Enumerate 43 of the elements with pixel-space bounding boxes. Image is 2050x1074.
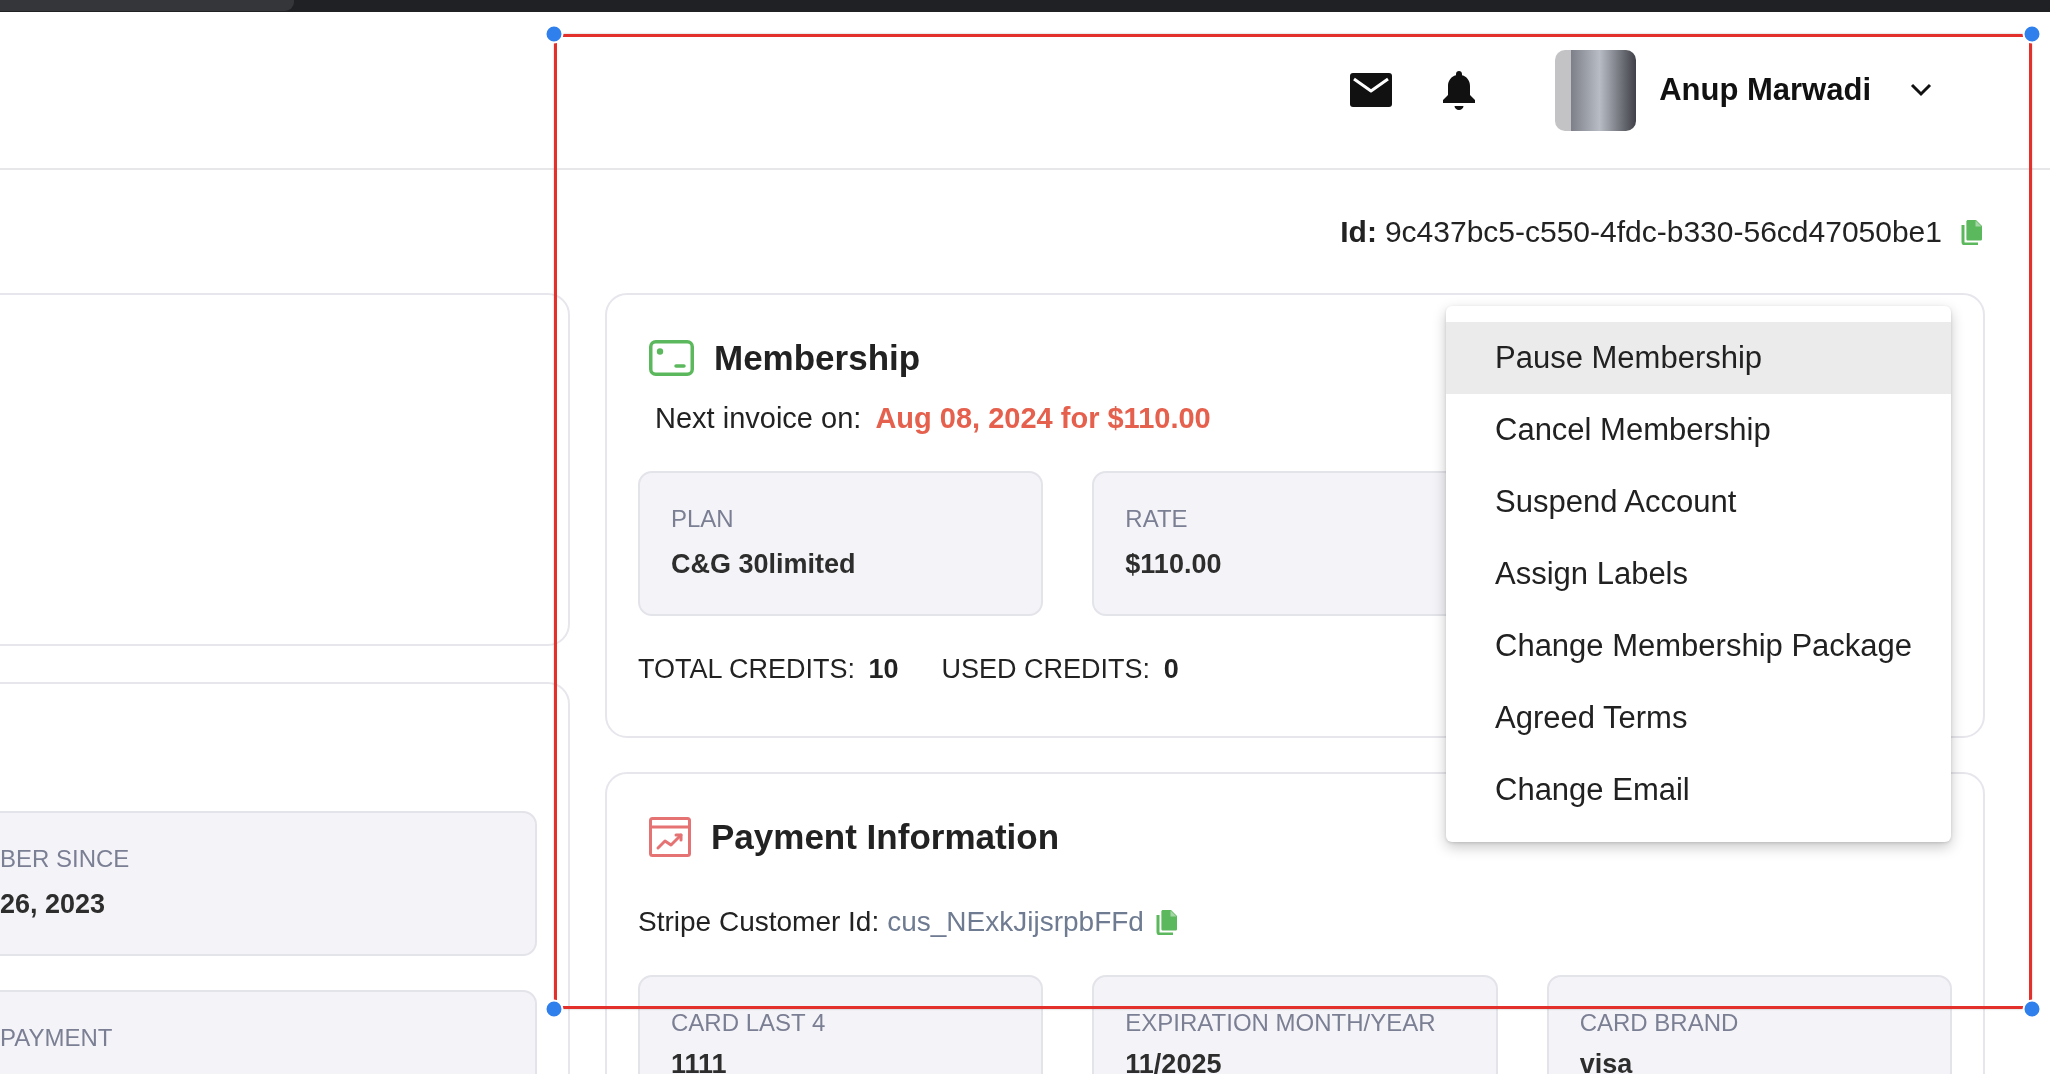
field-value: 1111 — [671, 1048, 728, 1074]
field-label: CARD BRAND — [1579, 1008, 1740, 1038]
field-value: C&G 30limited — [671, 548, 857, 581]
user-menu-button[interactable]: Anup Marwadi — [1659, 70, 1932, 110]
field-value: $110.00 — [1125, 548, 1223, 581]
id-label: Id: — [1340, 213, 1377, 250]
menu-item[interactable]: Pause Membership — [1446, 322, 1951, 394]
field-value: 11/2025 — [1125, 1048, 1223, 1074]
mail-icon[interactable] — [1350, 73, 1393, 107]
copy-icon[interactable] — [1155, 909, 1178, 935]
invoice-value: Aug 08, 2024 for $110.00 — [875, 402, 1211, 434]
id-value: 9c437bc5-c550-4fdc-b330-56cd47050be1 — [1384, 213, 1942, 250]
credits-value: 0 — [1163, 654, 1179, 684]
field-label: EXPIRATION MONTH/YEAR — [1125, 1008, 1437, 1038]
chevron-down-icon — [1910, 83, 1932, 97]
stripe-id-label: Stripe Customer Id: — [638, 905, 880, 939]
invoice-label: Next invoice on: — [655, 402, 862, 434]
menu-item[interactable]: Cancel Membership — [1446, 394, 1951, 466]
field-label: BER SINCE — [0, 844, 131, 874]
resize-handle-icon[interactable] — [544, 24, 564, 44]
copy-icon[interactable] — [1961, 218, 1983, 245]
resize-handle-icon[interactable] — [2022, 24, 2042, 44]
menu-item[interactable]: Change Email — [1446, 754, 1951, 826]
field-value: visa — [1579, 1048, 1634, 1074]
menu-item[interactable]: Change Membership Package — [1446, 610, 1951, 682]
stripe-id-value: cus_NExkJijsrpbFFd — [887, 905, 1144, 939]
chart-window-icon — [649, 817, 691, 857]
field-value: 26, 2023 — [0, 888, 107, 921]
field-label: PAYMENT — [0, 1023, 114, 1053]
field-label: RATE — [1125, 504, 1189, 534]
field-label: CARD LAST 4 — [671, 1008, 827, 1038]
field-label: PLAN — [671, 504, 735, 534]
menu-item[interactable]: Suspend Account — [1446, 466, 1951, 538]
menu-item[interactable]: Agreed Terms — [1446, 682, 1951, 754]
bell-icon[interactable] — [1442, 70, 1477, 110]
id-card-icon — [649, 340, 694, 376]
section-title: Payment Information — [711, 816, 1060, 858]
credits-label: TOTAL CREDITS: — [638, 654, 856, 684]
resize-handle-icon[interactable] — [2022, 999, 2042, 1019]
menu-item[interactable]: Assign Labels — [1446, 538, 1951, 610]
section-title: Membership — [714, 337, 921, 379]
credits-label: USED CREDITS: — [941, 654, 1151, 684]
credits-value: 10 — [868, 654, 899, 684]
